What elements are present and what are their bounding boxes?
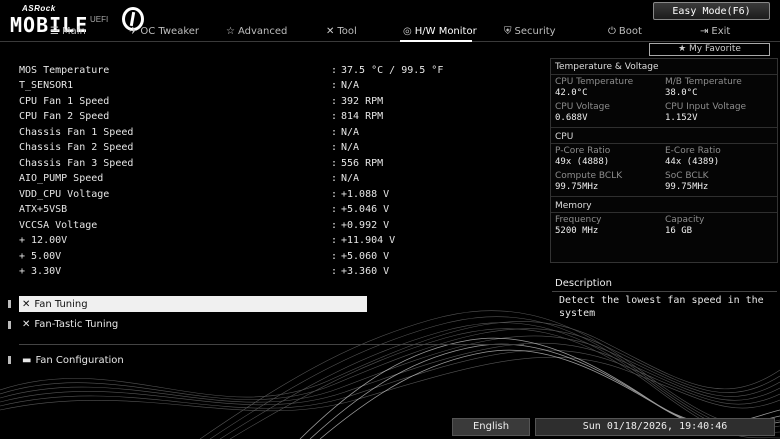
soc-bclk-value: 99.75MHz <box>665 182 709 192</box>
tab-oc-tweaker[interactable]: ✈ OC Tweaker <box>129 23 199 39</box>
cpu-voltage-value: 0.688V <box>555 113 588 123</box>
compute-bclk-label: Compute BCLK <box>555 171 623 181</box>
reading-row[interactable]: MOS Temperature:37.5 °C / 99.5 °F <box>19 65 519 80</box>
nav-divider <box>0 41 780 42</box>
brand-name: ASRock <box>22 4 56 13</box>
cpu-voltage-label: CPU Voltage <box>555 102 610 112</box>
section-divider <box>19 344 524 345</box>
cpu-header: CPU <box>555 132 574 142</box>
folder-icon: ▬ <box>22 354 32 366</box>
reading-row[interactable]: AIO_PUMP Speed: N/A <box>19 173 519 188</box>
exit-icon: ⇥ <box>700 25 709 37</box>
reading-row[interactable]: Chassis Fan 3 Speed:556 RPM <box>19 158 519 173</box>
reading-row[interactable]: + 12.00V: +11.904 V <box>19 235 519 250</box>
tab-security[interactable]: ⛨ Security <box>504 23 556 39</box>
uefi-label: UEFI <box>90 15 109 24</box>
star-icon: ★ <box>678 44 687 54</box>
reading-row[interactable]: Chassis Fan 1 Speed: N/A <box>19 127 519 142</box>
capacity-label: Capacity <box>665 215 705 225</box>
frequency-label: Frequency <box>555 215 602 225</box>
tab-tool[interactable]: ✕ Tool <box>326 23 357 39</box>
date-time-display: Sun 01/18/2026, 19:40:46 <box>535 418 775 436</box>
tab-boot[interactable]: ⏻ Boot <box>608 23 642 39</box>
reading-row[interactable]: VDD_CPU Voltage: +1.088 V <box>19 189 519 204</box>
item-marker <box>8 356 11 364</box>
reading-row[interactable]: + 5.00V: +5.060 V <box>19 251 519 266</box>
power-icon: ⏻ <box>608 25 616 37</box>
item-marker <box>8 321 11 329</box>
cpu-temp-label: CPU Temperature <box>555 77 634 87</box>
reading-row[interactable]: CPU Fan 1 Speed:392 RPM <box>19 96 519 111</box>
capacity-value: 16 GB <box>665 226 693 236</box>
panel-divider <box>551 196 777 197</box>
description-text: Detect the lowest fan speed in the syste… <box>559 295 764 319</box>
memory-header: Memory <box>555 201 592 211</box>
compute-bclk-value: 99.75MHz <box>555 182 599 192</box>
system-info-panel: Temperature & Voltage CPU Temperature M/… <box>550 58 778 263</box>
fan-configuration-item[interactable]: ▬ Fan Configuration <box>19 352 367 368</box>
tab-exit[interactable]: ⇥ Exit <box>700 23 730 39</box>
tab-main[interactable]: ☰ Main <box>50 23 86 39</box>
reading-row[interactable]: CPU Fan 2 Speed:814 RPM <box>19 111 519 126</box>
my-favorite-button[interactable]: ★ My Favorite <box>649 43 770 56</box>
tab-advanced[interactable]: ☆ Advanced <box>226 23 287 39</box>
shield-icon: ⛨ <box>504 25 512 37</box>
cpu-temp-value: 42.0°C <box>555 88 588 98</box>
frequency-value: 5200 MHz <box>555 226 599 236</box>
fan-tuning-item[interactable]: ✕ Fan Tuning <box>19 296 367 312</box>
reading-row[interactable]: ATX+5VSB: +5.046 V <box>19 204 519 219</box>
active-tab-indicator <box>400 40 472 42</box>
description-title: Description <box>555 278 612 289</box>
description-divider <box>552 291 777 292</box>
cpu-input-voltage-label: CPU Input Voltage <box>665 102 747 112</box>
panel-divider <box>551 74 777 75</box>
soc-bclk-label: SoC BCLK <box>665 171 709 181</box>
reading-row[interactable]: + 3.30V: +3.360 V <box>19 266 519 281</box>
e-core-label: E-Core Ratio <box>665 146 721 156</box>
fan-tools-icon: ✕ <box>22 318 31 330</box>
reading-row[interactable]: Chassis Fan 2 Speed: N/A <box>19 142 519 157</box>
easy-mode-button[interactable]: Easy Mode(F6) <box>653 2 770 20</box>
reading-row[interactable]: T_SENSOR1: N/A <box>19 80 519 95</box>
monitor-icon: ◎ <box>403 25 412 37</box>
panel-divider <box>551 212 777 213</box>
p-core-label: P-Core Ratio <box>555 146 611 156</box>
reading-row[interactable]: VCCSA Voltage: +0.992 V <box>19 220 519 235</box>
language-selector[interactable]: English <box>452 418 530 436</box>
mb-temp-value: 38.0°C <box>665 88 698 98</box>
tab-hw-monitor[interactable]: ◎ H/W Monitor <box>403 23 477 39</box>
cpu-input-voltage-value: 1.152V <box>665 113 698 123</box>
star-icon: ☆ <box>226 25 235 37</box>
p-core-value: 49x (4888) <box>555 157 610 167</box>
temp-voltage-header: Temperature & Voltage <box>555 62 659 72</box>
list-icon: ☰ <box>50 25 59 37</box>
e-core-value: 44x (4389) <box>665 157 720 167</box>
mb-temp-label: M/B Temperature <box>665 77 742 87</box>
panel-divider <box>551 143 777 144</box>
tools-icon: ✕ <box>326 25 335 37</box>
rocket-icon: ✈ <box>129 25 138 37</box>
panel-divider <box>551 127 777 128</box>
fan-tastic-tuning-item[interactable]: ✕ Fan-Tastic Tuning <box>19 316 367 332</box>
fan-tools-icon: ✕ <box>22 298 31 310</box>
item-marker <box>8 300 11 308</box>
